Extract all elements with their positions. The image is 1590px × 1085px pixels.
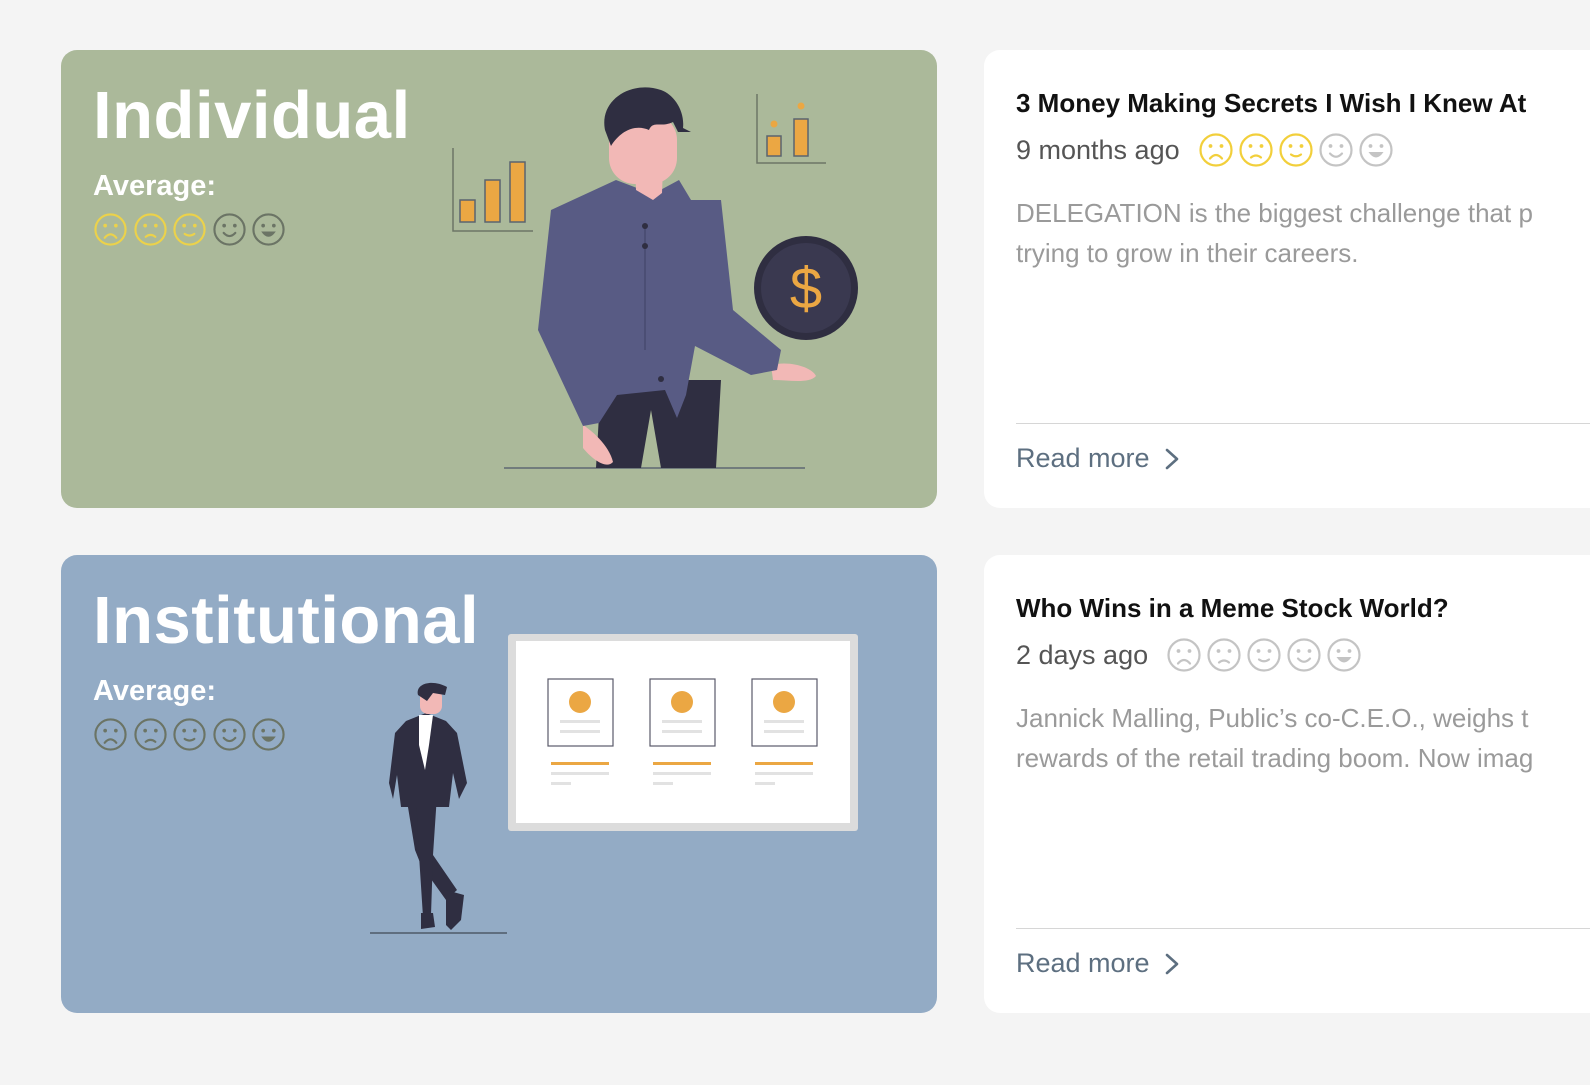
frown-face-icon xyxy=(1199,133,1233,167)
read-more-label: Read more xyxy=(1016,948,1150,978)
grin-face-icon xyxy=(1359,133,1393,167)
businessman-with-board-illustration xyxy=(370,634,858,934)
article-timestamp: 9 months ago xyxy=(1016,134,1180,165)
article-meta: 9 months ago xyxy=(1016,132,1398,168)
businessman-figure xyxy=(389,682,467,930)
smile-face-icon xyxy=(1319,133,1353,167)
smile-face-icon xyxy=(1287,638,1321,672)
article-card[interactable]: 3 Money Making Secrets I Wish I Knew At … xyxy=(984,50,1590,508)
article-excerpt: DELEGATION is the biggest challenge that… xyxy=(1016,193,1590,273)
presentation-board-icon xyxy=(508,634,858,831)
article-timestamp: 2 days ago xyxy=(1016,639,1149,670)
article-meta: 2 days ago xyxy=(1016,637,1366,673)
article-excerpt: Jannick Malling, Public’s co-C.E.O., wei… xyxy=(1016,698,1590,778)
segment-card-institutional[interactable]: Institutional Average: xyxy=(61,555,937,1013)
neutral-smile-face-icon xyxy=(1279,133,1313,167)
article-card[interactable]: Who Wins in a Meme Stock World? 2 days a… xyxy=(984,555,1590,1013)
excerpt-line: Jannick Malling, Public’s co-C.E.O., wei… xyxy=(1016,703,1529,733)
read-more-link[interactable]: Read more xyxy=(1016,948,1180,979)
segment-card-individual[interactable]: Individual Average: $ xyxy=(61,50,937,508)
divider xyxy=(1016,423,1590,424)
divider xyxy=(1016,928,1590,929)
dollar-coin-icon: $ xyxy=(754,236,858,340)
read-more-link[interactable]: Read more xyxy=(1016,443,1180,474)
small-bar-chart-icon xyxy=(756,94,826,164)
read-more-label: Read more xyxy=(1016,443,1150,473)
slightly-frown-face-icon xyxy=(1239,133,1273,167)
article-title[interactable]: Who Wins in a Meme Stock World? xyxy=(1016,593,1449,624)
excerpt-line: trying to grow in their careers. xyxy=(1016,238,1359,268)
frown-face-icon xyxy=(1167,638,1201,672)
person-with-dollar-coin-illustration: $ xyxy=(452,87,858,469)
chevron-right-icon xyxy=(1165,448,1178,469)
chevron-right-icon xyxy=(1165,953,1178,974)
article-rating xyxy=(1166,637,1366,673)
article-title[interactable]: 3 Money Making Secrets I Wish I Knew At xyxy=(1016,88,1526,119)
neutral-smile-face-icon xyxy=(1247,638,1281,672)
article-rating xyxy=(1198,132,1398,168)
excerpt-line: rewards of the retail trading boom. Now … xyxy=(1016,743,1534,773)
grin-face-icon xyxy=(1327,638,1361,672)
slightly-frown-face-icon xyxy=(1207,638,1241,672)
svg-text:$: $ xyxy=(790,256,822,321)
excerpt-line: DELEGATION is the biggest challenge that… xyxy=(1016,198,1533,228)
bar-chart-icon xyxy=(452,148,533,232)
